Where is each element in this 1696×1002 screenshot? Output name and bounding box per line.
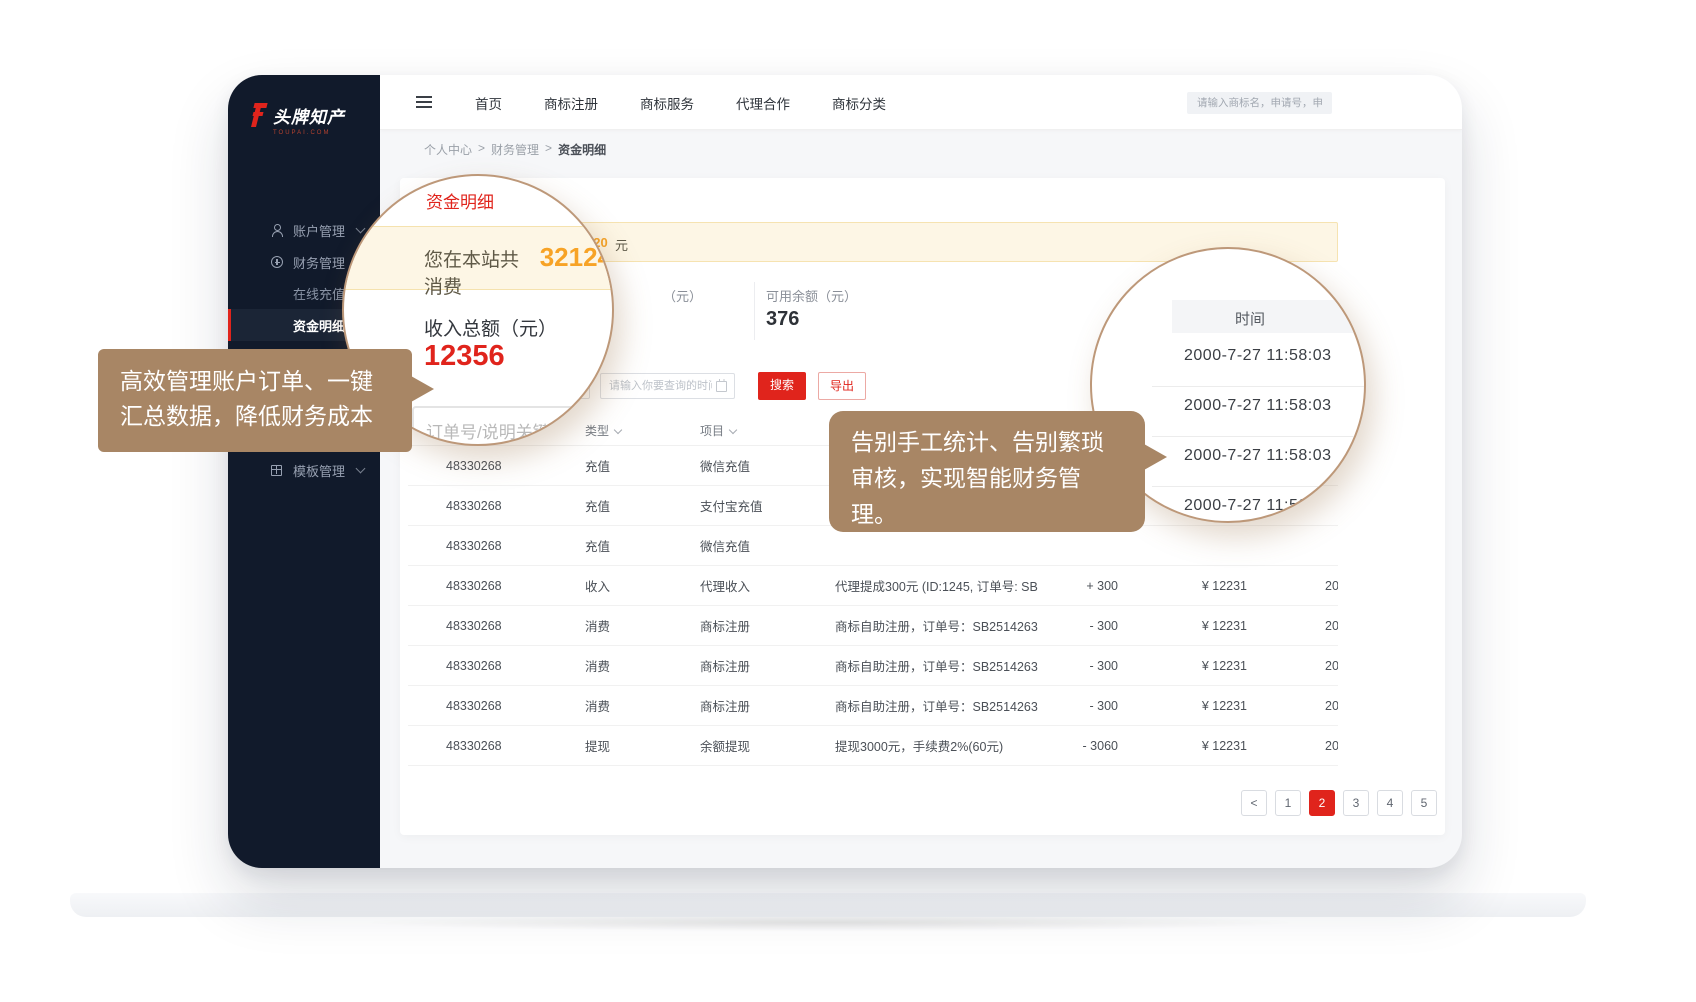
callout-left: 高效管理账户订单、一键 汇总数据，降低财务成本: [98, 349, 412, 452]
magnified-time-row: 2000-7-27 11:58:03: [1152, 497, 1364, 523]
sidebar-item-template[interactable]: 模板管理: [228, 455, 380, 485]
person-icon: [271, 224, 283, 236]
breadcrumb-item[interactable]: 财务管理: [491, 141, 539, 158]
top-nav-items: 首页 商标注册 商标服务 代理合作 商标分类: [475, 75, 886, 130]
chevron-down-icon: [356, 464, 366, 474]
table-row[interactable]: 48330268消费商标注册商标自助注册，订单号：SB2514263J- 300…: [408, 646, 1338, 686]
stats-divider: [754, 282, 755, 340]
callout-line: 汇总数据，降低财务成本: [120, 399, 412, 434]
caret-down-icon: [614, 426, 622, 434]
table-row[interactable]: 48330268提现余额提现提现3000元，手续费2%(60元)- 3060¥ …: [408, 726, 1338, 766]
nav-item-category[interactable]: 商标分类: [832, 93, 886, 113]
table-row[interactable]: 48330268消费商标注册商标自助注册，订单号：SB2514263J- 300…: [408, 686, 1338, 726]
pagination: < 1 2 3 4 5: [1241, 790, 1437, 816]
balance-value: 376: [766, 308, 799, 331]
callout-line: 审核，实现智能财务管: [851, 460, 1145, 496]
breadcrumb-item[interactable]: 个人中心: [424, 141, 472, 158]
project-header[interactable]: 项目: [662, 422, 797, 439]
balance-label: 可用余额（元）: [766, 286, 857, 305]
top-nav: 首页 商标注册 商标服务 代理合作 商标分类: [380, 75, 1462, 130]
magnified-time-rows: 2000-7-27 11:58:03 2000-7-27 11:58:03 20…: [1152, 337, 1364, 523]
nav-item-services[interactable]: 商标服务: [640, 93, 694, 113]
magnified-time-row: 2000-7-27 11:58:03: [1152, 347, 1364, 387]
page-button-3[interactable]: 3: [1343, 790, 1369, 816]
page-button-1[interactable]: 1: [1275, 790, 1301, 816]
magnified-banner-text: 您在本站共消费 32124: [424, 242, 612, 299]
breadcrumb-separator: >: [545, 141, 552, 158]
magnified-tab: 资金明细: [426, 188, 494, 213]
expense-label: （元）: [663, 286, 702, 305]
sidebar: 头牌知产 TOUPAI.COM 账户管理 财务管理 在线充值 资金明细: [228, 75, 380, 868]
coin-icon: [271, 256, 283, 268]
magnified-time-row: 2000-7-27 11:58:03: [1152, 447, 1364, 487]
callout-line: 高效管理账户订单、一键: [120, 364, 412, 399]
table-row[interactable]: 48330268收入代理收入代理提成300元 (ID:1245, 订单号: SB…: [408, 566, 1338, 606]
caret-down-icon: [729, 426, 737, 434]
trademark-search-input[interactable]: [1187, 92, 1332, 114]
logo-subtext: TOUPAI.COM: [273, 130, 345, 136]
magnified-income-label: 收入总额（元）: [424, 314, 557, 341]
magnified-income-value: 12356: [424, 340, 505, 373]
breadcrumb-current: 资金明细: [558, 141, 606, 158]
sidebar-item-label: 账户管理: [293, 221, 345, 240]
breadcrumb: 个人中心 > 财务管理 > 资金明细: [424, 141, 606, 158]
laptop-base: [70, 893, 1586, 917]
magnified-time-header: 时间: [1172, 300, 1364, 333]
time-filter-input[interactable]: [600, 373, 735, 399]
page-button-5[interactable]: 5: [1411, 790, 1437, 816]
sidebar-item-label: 模板管理: [293, 461, 345, 480]
page-button-2-active[interactable]: 2: [1309, 790, 1335, 816]
table-row[interactable]: 48330268充值微信充值: [408, 526, 1338, 566]
breadcrumb-separator: >: [478, 141, 485, 158]
sidebar-item-label: 财务管理: [293, 253, 345, 272]
callout-line: 告别手工统计、告别繁琐: [851, 424, 1145, 460]
sidebar-subitem-label: 资金明细: [293, 316, 345, 335]
grid-icon: [271, 465, 282, 476]
prev-page-button[interactable]: <: [1241, 790, 1267, 816]
hamburger-menu-icon[interactable]: [416, 96, 432, 108]
nav-item-register[interactable]: 商标注册: [544, 93, 598, 113]
magnified-time-row: 2000-7-27 11:58:03: [1152, 397, 1364, 437]
callout-right: 告别手工统计、告别繁琐 审核，实现智能财务管 理。: [829, 411, 1145, 532]
marketing-canvas: 头牌知产 TOUPAI.COM 账户管理 财务管理 在线充值 资金明细: [0, 0, 1696, 1002]
nav-item-agency[interactable]: 代理合作: [736, 93, 790, 113]
nav-item-home[interactable]: 首页: [475, 93, 502, 113]
table-row[interactable]: 48330268消费商标注册商标自助注册，订单号：SB2514263J- 300…: [408, 606, 1338, 646]
magnified-keyword-input: 订单号/说明关键词: [412, 406, 614, 446]
calendar-icon[interactable]: [716, 381, 727, 392]
app-logo[interactable]: 头牌知产 TOUPAI.COM: [250, 103, 345, 136]
logo-mark-icon: [250, 103, 267, 127]
search-button[interactable]: 搜索: [758, 372, 806, 400]
logo-text: 头牌知产: [273, 103, 345, 128]
export-button[interactable]: 导出: [818, 372, 866, 400]
callout-line: 理。: [851, 496, 1145, 532]
page-button-4[interactable]: 4: [1377, 790, 1403, 816]
sidebar-subitem-label: 在线充值: [293, 284, 345, 303]
time-input[interactable]: [601, 374, 734, 398]
banner-unit: 元: [615, 235, 628, 254]
